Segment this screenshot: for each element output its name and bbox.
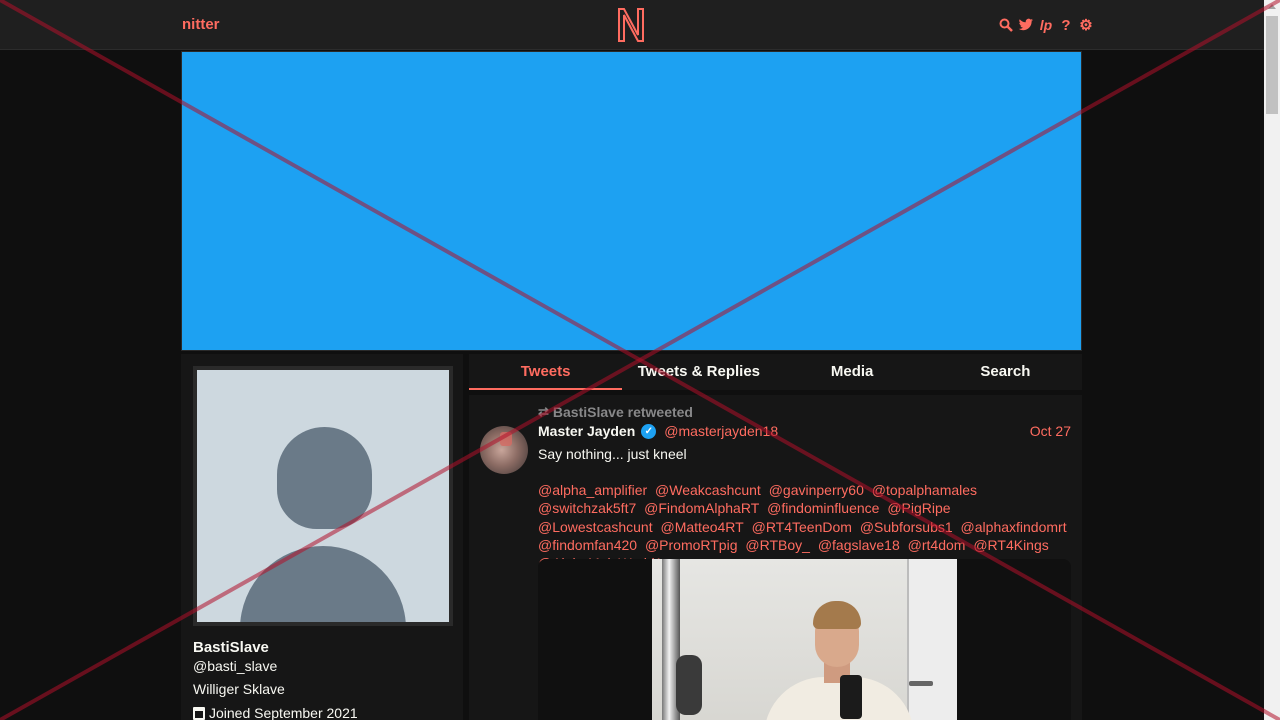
mention-link[interactable]: @Subforsubs1 [860,519,953,535]
verified-icon: ✓ [641,423,657,439]
mention-link[interactable]: @alphaxfindomrt [961,519,1067,535]
profile-avatar[interactable] [193,366,453,626]
mention-link[interactable]: @Matteo4RT [661,519,744,535]
tab-search[interactable]: Search [929,354,1082,390]
gear-icon[interactable]: ⚙ [1078,16,1094,34]
mention-link[interactable]: @FindomAlphaRT [644,500,759,516]
mention-link[interactable]: @Lowestcashcunt [538,519,653,535]
profile-tabs: Tweets Tweets & Replies Media Search [469,354,1082,390]
scrollbar-thumb[interactable] [1266,16,1278,114]
profile-card: BastiSlave @basti_slave Williger Sklave … [181,354,463,720]
retweet-icon: ⇄ [538,404,549,419]
mention-link[interactable]: @alpha_amplifier [538,482,647,498]
tab-tweets-replies[interactable]: Tweets & Replies [622,354,775,390]
mention-link[interactable]: @fagslave18 [818,537,900,553]
profile-username[interactable]: @basti_slave [193,658,277,674]
mention-link[interactable]: @RT4TeenDom [752,519,852,535]
help-icon[interactable]: ? [1058,16,1074,34]
twitter-icon[interactable] [1018,16,1034,34]
scrollbar[interactable] [1264,0,1280,720]
tweet-header: Master Jayden ✓ @masterjayden18 [538,423,778,439]
timeline: ⇄ BastiSlave retweeted Master Jayden ✓ @… [469,395,1082,720]
scroll-up-arrow-icon[interactable] [1268,4,1276,9]
tweet-body: Say nothing... just kneel @alpha_amplifi… [538,445,1073,572]
search-icon[interactable] [998,16,1014,34]
tweet-date[interactable]: Oct 27 [1030,423,1071,439]
nitter-logo[interactable] [616,7,646,43]
profile-joined: Joined September 2021 [193,705,358,720]
navbar: nitter lp ? ⚙ [0,0,1264,50]
mention-link[interactable]: @switchzak5ft7 [538,500,636,516]
mention-link[interactable]: @PigRipe [887,500,950,516]
brand-link[interactable]: nitter [182,16,220,33]
tweet-fullname[interactable]: Master Jayden [538,423,635,439]
mention-link[interactable]: @RT4Kings [973,537,1048,553]
nav-icons: lp ? ⚙ [998,16,1094,34]
joined-text: Joined September 2021 [209,705,358,720]
tab-tweets[interactable]: Tweets [469,354,623,390]
mention-link[interactable]: @gavinperry60 [769,482,864,498]
tweet-avatar[interactable] [480,426,528,474]
tweet-username[interactable]: @masterjayden18 [664,423,778,439]
mention-link[interactable]: @Weakcashcunt [655,482,761,498]
default-avatar-icon [197,370,449,622]
tweet-text: Say nothing... just kneel [538,446,687,462]
liberapay-icon[interactable]: lp [1038,16,1054,34]
mention-link[interactable]: @topalphamales [872,482,977,498]
tweet-media[interactable] [538,559,1071,720]
retweet-header: ⇄ BastiSlave retweeted [538,404,693,420]
calendar-icon [193,706,205,720]
mention-link[interactable]: @PromoRTpig [645,537,738,553]
profile-banner[interactable] [181,51,1082,351]
profile-bio: Williger Sklave [193,681,285,697]
mention-link[interactable]: @findominfluence [767,500,879,516]
mention-link[interactable]: @findomfan420 [538,537,637,553]
mention-link[interactable]: @RTBoy_ [745,537,810,553]
retweet-header-text[interactable]: BastiSlave retweeted [553,404,693,420]
mention-link[interactable]: @rt4dom [908,537,966,553]
tweet-photo[interactable] [652,559,957,720]
tab-media[interactable]: Media [776,354,929,390]
profile-fullname[interactable]: BastiSlave [193,639,269,656]
